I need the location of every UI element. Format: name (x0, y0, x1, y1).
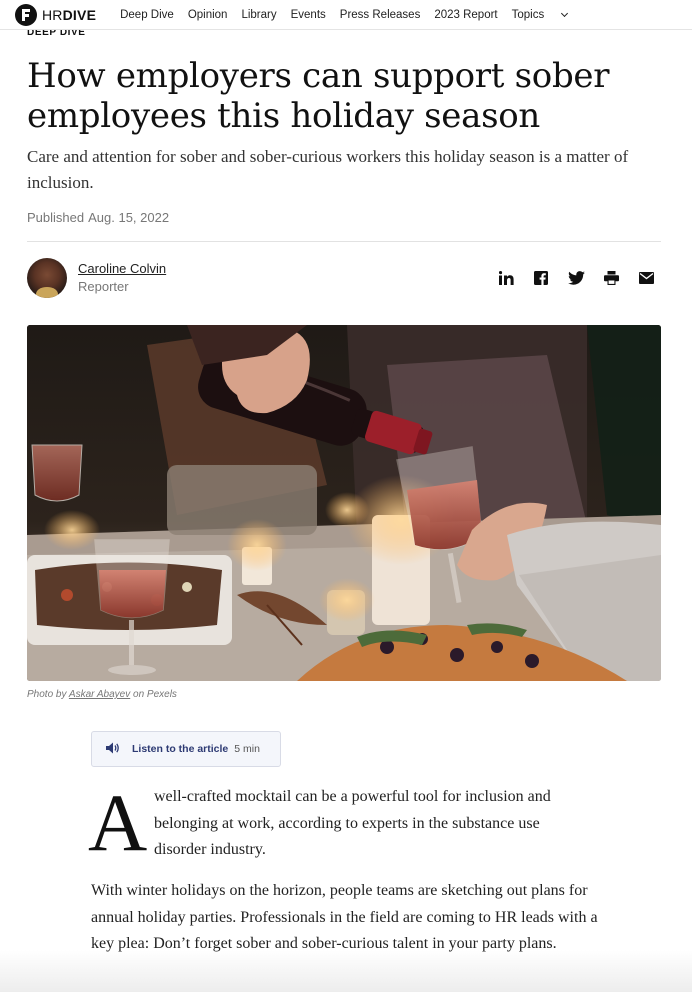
nav-links: Deep Dive Opinion Library Events Press R… (120, 9, 581, 21)
author-avatar[interactable] (27, 258, 67, 298)
published-label: Published (27, 210, 85, 225)
nav-item-opinion[interactable]: Opinion (188, 9, 228, 21)
article-dek: Care and attention for sober and sober-c… (27, 147, 629, 192)
site-logo[interactable]: HRDIVE (15, 3, 97, 26)
nav-item-library[interactable]: Library (241, 9, 276, 21)
author-role: Reporter (78, 279, 129, 294)
published-value: Aug. 15, 2022 (88, 210, 170, 225)
linkedin-icon[interactable] (496, 268, 516, 288)
listen-duration: 5 min (234, 743, 260, 755)
hrdive-logo-icon (15, 3, 37, 26)
nav-item-events[interactable]: Events (291, 9, 326, 21)
nav-item-2023-report[interactable]: 2023 Report (434, 9, 497, 21)
caption-suffix: on Pexels (133, 689, 177, 700)
hero-image (27, 325, 661, 681)
lead-paragraph: well-crafted mocktail can be a powerful … (154, 788, 551, 858)
listen-to-article-button[interactable]: Listen to the article 5 min (91, 731, 281, 767)
divider (27, 241, 661, 242)
published-date: Published Aug. 15, 2022 (27, 210, 169, 225)
author-name-link[interactable]: Caroline Colvin (78, 261, 166, 276)
listen-label: Listen to the article (132, 743, 229, 755)
nav-item-deep-dive[interactable]: Deep Dive (120, 9, 174, 21)
top-nav: HRDIVE Deep Dive Opinion Library Events … (0, 0, 692, 30)
article-headline: How employers can support sober employee… (27, 56, 610, 136)
speaker-icon (106, 742, 120, 757)
nav-item-press-releases[interactable]: Press Releases (340, 9, 421, 21)
chevron-down-icon (561, 9, 569, 17)
twitter-icon[interactable] (566, 268, 586, 288)
section-tag[interactable]: DEEP DIVE (27, 30, 86, 42)
logo-wordmark: HRDIVE (42, 6, 97, 23)
drop-cap: A (88, 777, 148, 868)
nav-item-topics[interactable]: Topics (511, 8, 569, 21)
share-bar (496, 268, 656, 288)
photographer-link[interactable]: Askar Abayev (69, 689, 130, 700)
facebook-icon[interactable] (531, 268, 551, 288)
print-icon[interactable] (601, 268, 621, 288)
caption-prefix: Photo by (27, 689, 67, 700)
body-paragraph: With winter holidays on the horizon, peo… (91, 882, 598, 952)
topics-label: Topics (511, 8, 545, 21)
email-icon[interactable] (636, 268, 656, 288)
photo-caption: Photo by Askar Abayev on Pexels (27, 689, 177, 700)
